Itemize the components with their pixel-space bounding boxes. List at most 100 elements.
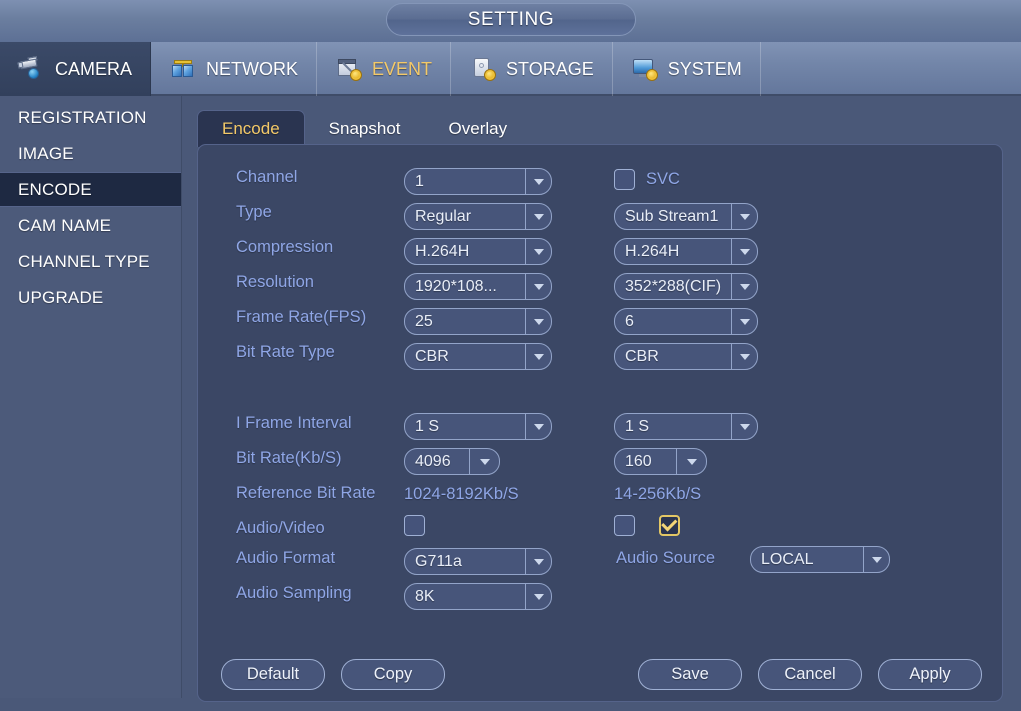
audio-source-select-value: LOCAL [761, 550, 814, 568]
sidebar-item-registration[interactable]: REGISTRATION [0, 100, 181, 135]
label-audio-sampling: Audio Sampling [236, 584, 352, 602]
label-i-frame-interval: I Frame Interval [236, 414, 352, 432]
default-button-label: Default [246, 665, 300, 683]
chevron-down-icon[interactable] [731, 414, 757, 439]
audio-video-checkbox[interactable] [404, 515, 425, 536]
tab-encode[interactable]: Encode [197, 110, 305, 147]
resolution-select[interactable]: 1920*108... [404, 273, 552, 300]
bit-rate-combo[interactable]: 4096 [404, 448, 500, 475]
audio-format-select[interactable]: G711a [404, 548, 552, 575]
sub-video-checkbox[interactable] [614, 515, 635, 536]
chevron-down-icon[interactable] [525, 414, 551, 439]
chevron-down-icon[interactable] [525, 344, 551, 369]
copy-button[interactable]: Copy [341, 659, 445, 690]
chevron-down-icon[interactable] [525, 584, 551, 609]
sidebar-item-label: ENCODE [18, 179, 92, 199]
sub-stream-select[interactable]: Sub Stream1 [614, 203, 758, 230]
nav-item-network[interactable]: NETWORK [151, 42, 318, 96]
label-frame-rate: Frame Rate(FPS) [236, 308, 367, 326]
sub-frame-rate-select-value: 6 [625, 312, 634, 330]
cancel-button-label: Cancel [784, 665, 836, 683]
sub-bit-rate-type-select-value: CBR [625, 347, 659, 365]
chevron-down-icon[interactable] [525, 239, 551, 264]
main-navbar[interactable]: CAMERA NETWORK EVENT STORAGE SYSTEM [0, 42, 1021, 96]
nav-item-network-label: NETWORK [206, 58, 299, 79]
nav-item-storage-label: STORAGE [506, 58, 594, 79]
channel-select[interactable]: 1 [404, 168, 552, 195]
chevron-down-icon[interactable] [525, 169, 551, 194]
i-frame-interval-select-value: 1 S [415, 417, 440, 435]
sub-compression-select[interactable]: H.264H [614, 238, 758, 265]
channel-select-value: 1 [415, 172, 424, 190]
sub-frame-rate-select[interactable]: 6 [614, 308, 758, 335]
chevron-down-icon[interactable] [525, 204, 551, 229]
compression-select-value: H.264H [415, 242, 470, 260]
type-select[interactable]: Regular [404, 203, 552, 230]
nav-item-system[interactable]: SYSTEM [613, 42, 761, 96]
nav-item-camera-label: CAMERA [55, 58, 133, 79]
sidebar-item-image[interactable]: IMAGE [0, 136, 181, 171]
sidebar-item-label: IMAGE [18, 143, 74, 163]
compression-select[interactable]: H.264H [404, 238, 552, 265]
nav-item-event-label: EVENT [372, 58, 433, 79]
bit-rate-type-select-value: CBR [415, 347, 449, 365]
chevron-down-icon[interactable] [731, 274, 757, 299]
camera-icon [17, 56, 46, 82]
sub-resolution-select-value: 352*288(CIF) [625, 277, 722, 295]
chevron-down-icon[interactable] [525, 549, 551, 574]
storage-icon [469, 56, 497, 82]
sub-bit-rate-type-select[interactable]: CBR [614, 343, 758, 370]
setting-window: SETTING CAMERA NETWORK EVENT STORAGE SYS… [0, 0, 1021, 711]
apply-button-label: Apply [909, 665, 951, 683]
sidebar-item-upgrade[interactable]: UPGRADE [0, 280, 181, 315]
audio-source-select[interactable]: LOCAL [750, 546, 890, 573]
apply-button[interactable]: Apply [878, 659, 982, 690]
chevron-down-icon[interactable] [676, 449, 706, 474]
tab-overlay[interactable]: Overlay [425, 110, 532, 147]
type-select-value: Regular [415, 207, 472, 225]
i-frame-interval-select[interactable]: 1 S [404, 413, 552, 440]
chevron-down-icon[interactable] [525, 274, 551, 299]
nav-item-camera[interactable]: CAMERA [0, 42, 152, 96]
frame-rate-select[interactable]: 25 [404, 308, 552, 335]
bit-rate-combo-value: 4096 [415, 452, 451, 470]
save-button[interactable]: Save [638, 659, 742, 690]
label-bit-rate-type: Bit Rate Type [236, 343, 335, 361]
chevron-down-icon[interactable] [525, 309, 551, 334]
encode-settings-panel: Channel Type Compression Resolution Fram… [197, 144, 1003, 702]
chevron-down-icon[interactable] [731, 344, 757, 369]
sub-bit-rate-combo[interactable]: 160 [614, 448, 707, 475]
sidebar-item-channel-type[interactable]: CHANNEL TYPE [0, 244, 181, 279]
label-audio-source: Audio Source [616, 549, 716, 567]
copy-button-label: Copy [373, 665, 413, 683]
label-compression: Compression [236, 238, 334, 256]
chevron-down-icon[interactable] [863, 547, 889, 572]
audio-sampling-select[interactable]: 8K [404, 583, 552, 610]
nav-item-storage[interactable]: STORAGE [451, 42, 613, 96]
chevron-down-icon[interactable] [731, 239, 757, 264]
chevron-down-icon[interactable] [731, 309, 757, 334]
svc-checkbox[interactable] [614, 169, 635, 190]
title-bar: SETTING [0, 0, 1021, 42]
label-audio-format: Audio Format [236, 549, 336, 567]
reference-bit-rate-value: 1024-8192Kb/S [404, 485, 519, 503]
chevron-down-icon[interactable] [731, 204, 757, 229]
sub-reference-bit-rate-value: 14-256Kb/S [614, 485, 702, 503]
chevron-down-icon[interactable] [469, 449, 499, 474]
nav-item-system-label: SYSTEM [667, 58, 742, 79]
sidebar-item-cam-name[interactable]: CAM NAME [0, 208, 181, 243]
sub-resolution-select[interactable]: 352*288(CIF) [614, 273, 758, 300]
sub-i-frame-interval-select[interactable]: 1 S [614, 413, 758, 440]
bit-rate-type-select[interactable]: CBR [404, 343, 552, 370]
nav-item-event[interactable]: EVENT [317, 42, 452, 96]
tab-snapshot[interactable]: Snapshot [305, 110, 425, 147]
sidebar-item-label: CAM NAME [18, 215, 112, 235]
sidebar-item-label: CHANNEL TYPE [18, 251, 150, 271]
sidebar-item-label: REGISTRATION [18, 107, 147, 127]
default-button[interactable]: Default [221, 659, 325, 690]
label-resolution: Resolution [236, 273, 314, 291]
sub-audio-checkbox[interactable] [659, 515, 680, 536]
cancel-button[interactable]: Cancel [758, 659, 862, 690]
event-icon [335, 56, 363, 82]
sidebar-item-encode[interactable]: ENCODE [0, 172, 181, 207]
